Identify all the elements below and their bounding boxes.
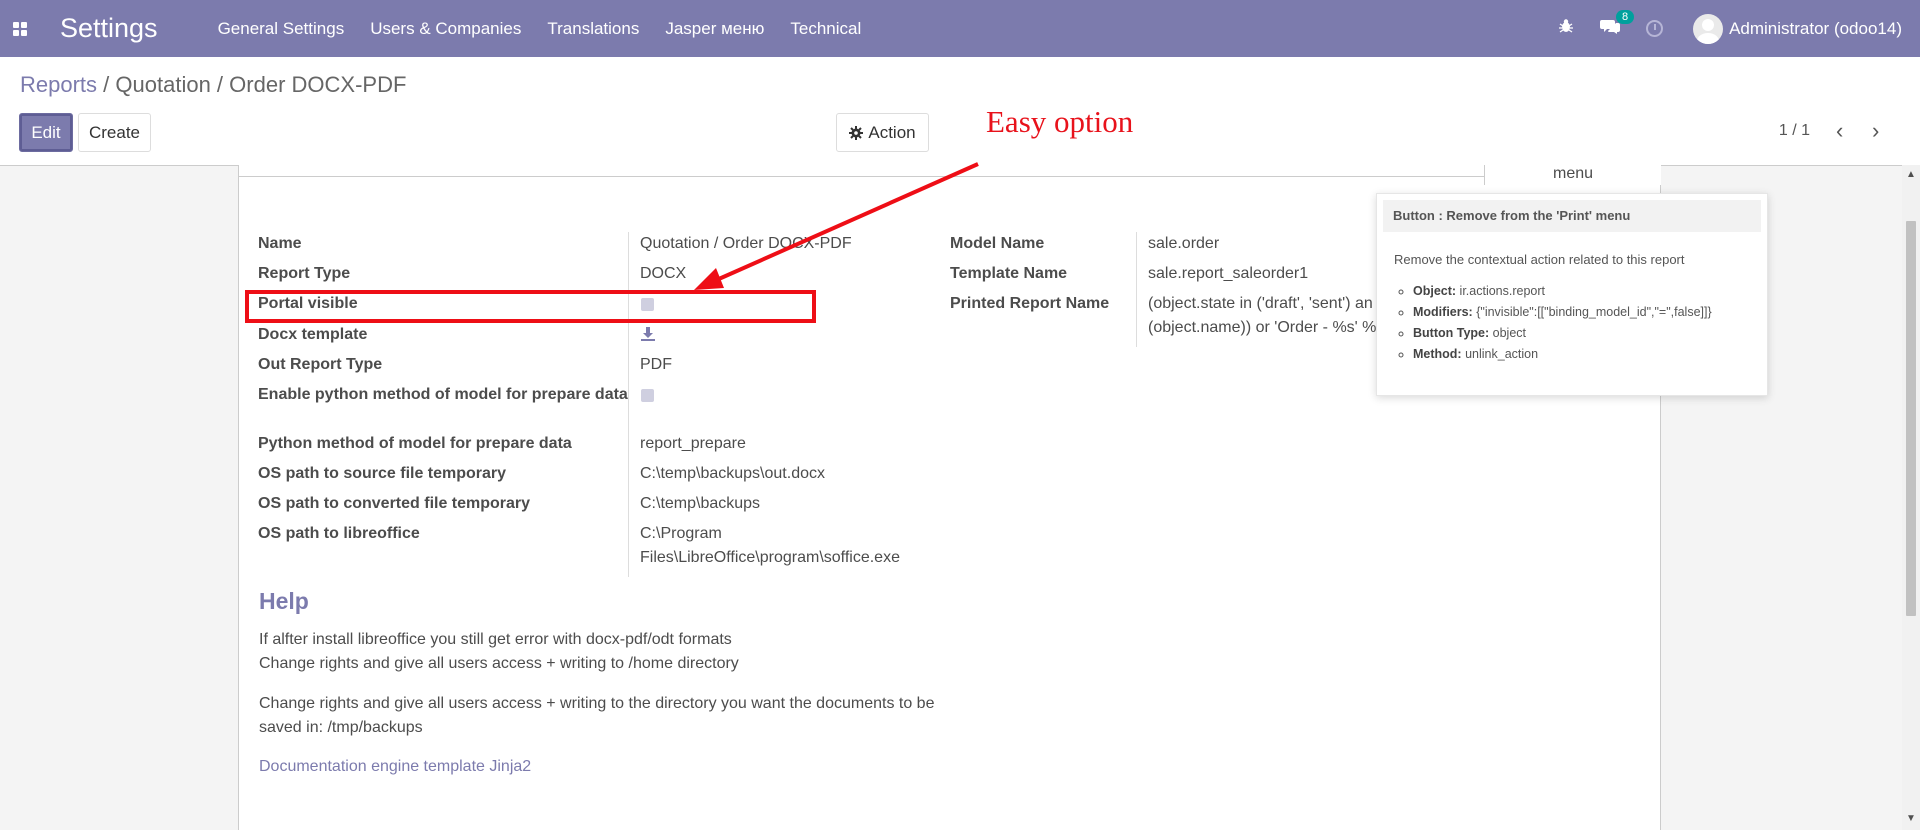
gear-icon [849, 125, 864, 140]
menu-translations[interactable]: Translations [547, 19, 639, 39]
field-value-source-path: C:\temp\backups\out.docx [640, 465, 825, 482]
annotation-highlight-box [245, 290, 816, 323]
field-value-out-report-type: PDF [640, 356, 672, 373]
field-value-printed-report-name: (object.state in ('draft', 'sent') an (o… [1148, 295, 1377, 336]
action-button-label: Action [868, 122, 916, 142]
menu-users-companies[interactable]: Users & Companies [370, 19, 521, 39]
breadcrumb-current: Quotation / Order DOCX-PDF [115, 72, 407, 97]
menu-technical[interactable]: Technical [790, 19, 861, 39]
tooltip-item: Method: unlink_action [1413, 344, 1767, 365]
tooltip-description: Remove the contextual action related to … [1394, 252, 1685, 267]
menu-jasper[interactable]: Jasper меню [665, 19, 764, 39]
breadcrumb-separator: / [103, 72, 110, 97]
app-title[interactable]: Settings [60, 13, 158, 44]
field-label-model-name: Model Name [950, 235, 1045, 252]
right-column-divider [1136, 232, 1137, 347]
field-value-template-name: sale.report_saleorder1 [1148, 265, 1309, 282]
scroll-thumb[interactable] [1906, 221, 1916, 616]
scroll-down-icon[interactable]: ▼ [1906, 813, 1916, 824]
tooltip-item: Object: ir.actions.report [1413, 281, 1767, 302]
field-label-template-name: Template Name [950, 265, 1068, 282]
field-value-python-method: report_prepare [640, 435, 746, 452]
apps-menu-icon[interactable] [0, 0, 40, 57]
field-label-converted-path: OS path to converted file temporary [258, 495, 531, 512]
enable-python-method-checkbox[interactable] [641, 389, 654, 402]
field-label-python-method: Python method of model for prepare data [258, 435, 572, 452]
field-label-out-report-type: Out Report Type [258, 356, 383, 373]
tooltip-details: Object: ir.actions.report Modifiers: {"i… [1413, 281, 1767, 365]
pager-next-icon[interactable]: › [1872, 118, 1879, 144]
field-label-printed-report-name: Printed Report Name [950, 295, 1110, 312]
annotation-text: Easy option [986, 104, 1134, 139]
activity-clock-icon[interactable] [1646, 20, 1664, 37]
field-value-report-type: DOCX [640, 265, 687, 282]
top-navbar: Settings General Settings Users & Compan… [0, 0, 1920, 57]
field-value-model-name: sale.order [1148, 235, 1220, 252]
debug-bug-icon[interactable] [1558, 18, 1574, 39]
user-avatar[interactable] [1693, 13, 1724, 44]
documentation-link[interactable]: Documentation engine template Jinja2 [259, 758, 531, 776]
field-value-name: Quotation / Order DOCX-PDF [640, 235, 852, 252]
breadcrumb: Reports / Quotation / Order DOCX-PDF [20, 72, 406, 98]
breadcrumb-reports-link[interactable]: Reports [20, 72, 97, 97]
pager-prev-icon[interactable]: ‹ [1836, 118, 1843, 144]
scroll-up-icon[interactable]: ▲ [1906, 169, 1916, 180]
field-value-libreoffice-path: C:\Program Files\LibreOffice\program\sof… [640, 525, 900, 566]
field-label-name: Name [258, 235, 302, 252]
left-column-divider [628, 232, 629, 577]
field-label-enable-python-method: Enable python method of model for prepar… [258, 386, 628, 403]
field-label-report-type: Report Type [258, 265, 351, 282]
print-menu-tab[interactable]: menu [1484, 165, 1661, 185]
tooltip-item: Modifiers: {"invisible":[["binding_model… [1413, 302, 1767, 323]
vertical-scrollbar[interactable]: ▲ ▼ [1902, 165, 1920, 830]
field-label-source-path: OS path to source file temporary [258, 465, 507, 482]
download-icon[interactable] [641, 327, 655, 341]
sheet-divider [238, 176, 1661, 177]
help-heading: Help [259, 588, 309, 614]
create-button[interactable]: Create [78, 113, 151, 152]
menu-general-settings[interactable]: General Settings [218, 19, 345, 39]
messages-count-badge: 8 [1615, 9, 1635, 24]
field-label-docx-template: Docx template [258, 326, 368, 343]
tooltip-item: Button Type: object [1413, 323, 1767, 344]
help-text-line-1: If alfter install libreoffice you still … [259, 631, 732, 648]
action-button[interactable]: Action [836, 113, 929, 152]
help-text-line-3: Change rights and give all users access … [259, 695, 935, 736]
help-text-line-2: Change rights and give all users access … [259, 655, 739, 672]
field-label-libreoffice-path: OS path to libreoffice [258, 525, 420, 542]
user-menu[interactable]: Administrator (odoo14) [1729, 19, 1902, 39]
field-value-converted-path: C:\temp\backups [640, 495, 761, 512]
button-tooltip: Button : Remove from the 'Print' menu Re… [1376, 193, 1768, 396]
edit-button[interactable]: Edit [19, 113, 73, 152]
messages-icon[interactable]: 8 [1600, 9, 1635, 40]
pager-value[interactable]: 1 / 1 [1779, 122, 1810, 140]
tooltip-title: Button : Remove from the 'Print' menu [1383, 200, 1761, 232]
